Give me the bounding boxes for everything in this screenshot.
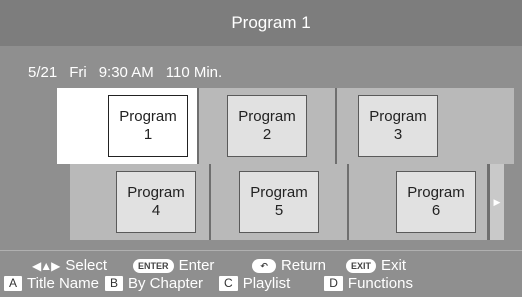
legend-by-chapter[interactable]: B By Chapter <box>104 275 204 292</box>
program-thumbnail: Program 2 <box>227 95 307 157</box>
header-bar: Program 1 <box>0 0 522 46</box>
info-time: 9:30 AM <box>98 64 154 81</box>
key-a-icon: A <box>4 276 23 291</box>
program-tile-4[interactable]: Program 4 <box>70 164 211 240</box>
legend-return: ↶ Return <box>252 257 326 274</box>
chevron-right-icon: ▶ <box>493 196 501 207</box>
legend-playlist[interactable]: C Playlist <box>219 275 290 292</box>
exit-key-icon: EXIT <box>346 258 377 273</box>
program-tile-1[interactable]: Program 1 <box>57 88 199 164</box>
program-number: 2 <box>262 126 272 143</box>
enter-key-icon: ENTER <box>133 258 174 273</box>
legend-title-name[interactable]: A Title Name <box>4 275 99 292</box>
program-thumbnail: Program 4 <box>116 171 196 233</box>
legend-select: ◀▲▶ Select <box>32 257 107 274</box>
legend-divider <box>0 250 522 251</box>
legend-exit-label: Exit <box>381 257 407 274</box>
program-number: 1 <box>143 126 153 143</box>
program-number: 6 <box>431 202 441 219</box>
program-row-1: Program 1 Program 2 Program 3 <box>57 88 514 164</box>
program-tile-2[interactable]: Program 2 <box>199 88 337 164</box>
program-label: Program <box>369 108 427 125</box>
legend-b-label: By Chapter <box>128 275 204 292</box>
program-tile-6[interactable]: Program 6 <box>349 164 489 240</box>
program-label: Program <box>250 184 308 201</box>
legend-select-label: Select <box>65 257 108 274</box>
program-tile-3[interactable]: Program 3 <box>337 88 514 164</box>
program-number: 5 <box>274 202 284 219</box>
key-d-icon: D <box>324 276 343 291</box>
legend-c-label: Playlist <box>242 275 291 292</box>
program-thumbnail: Program 1 <box>108 95 188 157</box>
program-thumbnail: Program 3 <box>358 95 438 157</box>
legend-return-label: Return <box>280 257 326 274</box>
legend-enter: ENTER Enter <box>133 257 214 274</box>
scroll-right-button[interactable]: ▶ <box>489 164 504 240</box>
legend-row-2: A Title Name B By Chapter C Playlist D F… <box>4 275 413 292</box>
program-label: Program <box>407 184 465 201</box>
legend-enter-label: Enter <box>178 257 215 274</box>
legend-functions[interactable]: D Functions <box>324 275 413 292</box>
program-tile-5[interactable]: Program 5 <box>211 164 349 240</box>
program-info: 5/21 Fri 9:30 AM 110 Min. <box>28 64 222 81</box>
info-duration: 110 Min. <box>165 64 223 81</box>
return-icon: ↶ <box>252 258 276 273</box>
program-number: 4 <box>151 202 161 219</box>
info-date: 5/21 <box>28 64 58 81</box>
program-number: 3 <box>393 126 403 143</box>
page-title: Program 1 <box>231 13 311 32</box>
program-label: Program <box>238 108 296 125</box>
info-day: Fri <box>69 64 87 81</box>
key-c-icon: C <box>219 276 238 291</box>
program-thumbnail: Program 6 <box>396 171 476 233</box>
legend-d-label: Functions <box>347 275 413 292</box>
legend-row-1: ◀▲▶ Select ENTER Enter ↶ Return EXIT Exi… <box>32 257 406 274</box>
program-row-2: Program 4 Program 5 Program 6 ▶ <box>70 164 504 240</box>
program-thumbnail: Program 5 <box>239 171 319 233</box>
program-list-screen: Program 1 5/21 Fri 9:30 AM 110 Min. Prog… <box>0 0 522 297</box>
key-b-icon: B <box>104 276 123 291</box>
program-label: Program <box>119 108 177 125</box>
legend-a-label: Title Name <box>27 275 99 292</box>
four-way-arrow-icon: ◀▲▶ <box>32 258 60 273</box>
program-label: Program <box>127 184 185 201</box>
legend-exit: EXIT Exit <box>346 257 406 274</box>
